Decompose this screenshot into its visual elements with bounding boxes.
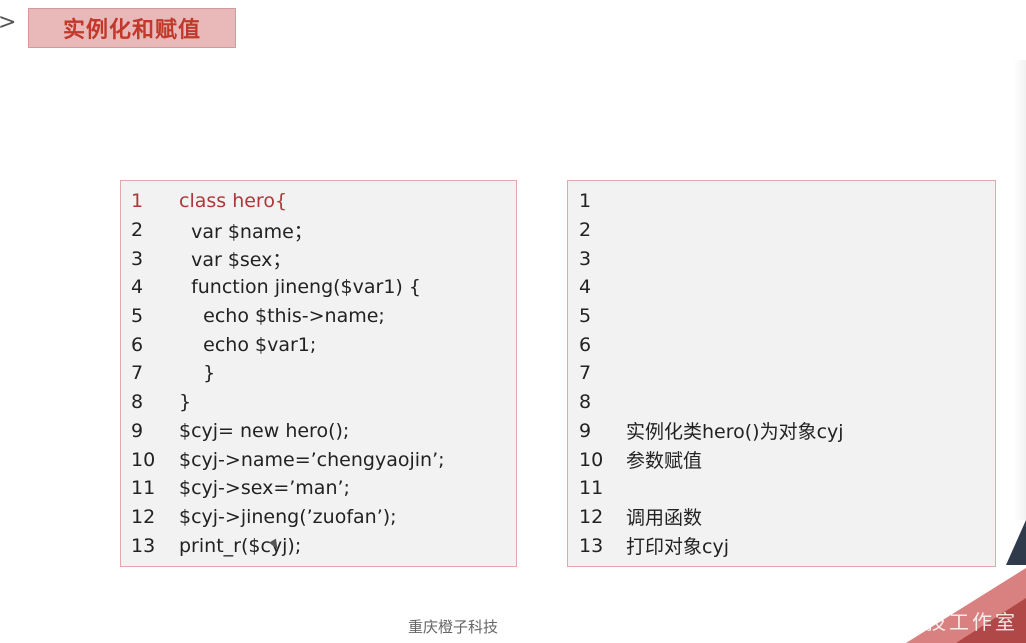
code-line: 2 var $name； [131,216,445,245]
page-title: 实例化和赋值 [62,18,201,43]
code-text: print_r($cyj); [179,534,302,557]
line-number: 1 [579,190,592,213]
note-line: 9 实例化类hero()为对象cyj [579,417,844,446]
right-edge-shadow [1014,60,1026,520]
code-text: $cyj->sex=’man’; [179,477,350,500]
line-number: 3 [579,247,592,270]
note-text: 实例化类hero()为对象cyj [626,421,844,444]
code-text: $cyj->name=’chengyaojin’; [179,448,445,471]
note-line: 4 [579,273,844,302]
chevron-right-icon: > [0,10,17,35]
corner-decoration-navy [1006,520,1026,565]
code-line: 3 var $sex； [131,244,445,273]
code-text: $cyj->jineng(’zuofan’); [179,505,397,528]
code-text: function jineng($var1) { [179,276,421,299]
line-number: 13 [131,534,156,557]
line-number: 8 [131,391,144,414]
code-text: } [179,362,216,385]
note-line: 2 [579,216,844,245]
line-number: 4 [579,276,592,299]
note-line: 10 参数赋值 [579,445,844,474]
note-line: 12 调用函数 [579,503,844,532]
line-number: 1 [131,190,144,213]
code-line: 1 class hero{ [131,187,445,216]
code-line: 4 function jineng($var1) { [131,273,445,302]
line-number: 9 [579,419,592,442]
note-text: 打印对象cyj [626,536,729,559]
line-number: 5 [131,305,144,328]
line-number: 8 [579,391,592,414]
line-number: 3 [131,247,144,270]
note-line: 5 [579,302,844,331]
line-number: 10 [131,448,156,471]
code-line: 10 $cyj->name=’chengyaojin’; [131,445,445,474]
note-line: 6 [579,330,844,359]
note-lines: 1 2 3 4 5 6 7 8 9 实例化类hero()为对象cyj 10 参数赋值 11 12 调用函数 1… [579,187,844,560]
code-line: 9 $cyj= new hero(); [131,417,445,446]
code-lines: 1 class hero{2 var $name； 3 var $sex； 4 fun… [131,187,445,560]
line-number: 2 [579,219,592,242]
code-line: 6 echo $var1; [131,330,445,359]
notes-panel: 1 2 3 4 5 6 7 8 9 实例化类hero()为对象cyj 10 参数赋值 11 12 调用函数 1… [567,180,996,567]
code-text: $cyj= new hero(); [179,419,350,442]
title-banner: 实例化和赋值 [28,8,236,48]
line-number: 6 [131,333,144,356]
code-line: 5 echo $this->name; [131,302,445,331]
note-line: 1 [579,187,844,216]
line-number: 9 [131,419,144,442]
slide: > 实例化和赋值 1 class hero{2 var $name； 3 var $… [0,0,1026,643]
note-line: 13 打印对象cyj [579,531,844,560]
footer-text: 重庆橙子科技 [407,618,498,636]
note-line: 11 [579,474,844,503]
line-number: 12 [579,505,604,528]
line-number: 10 [579,448,604,471]
code-text: echo $this->name; [179,305,385,328]
line-number: 2 [131,219,144,242]
line-number: 4 [131,276,144,299]
code-line: 12 $cyj->jineng(’zuofan’); [131,503,445,532]
code-panel: 1 class hero{2 var $name； 3 var $sex； 4 fun… [120,180,517,567]
line-number: 6 [579,333,592,356]
code-line: 8} [131,388,445,417]
note-text: 参数赋值 [626,450,703,473]
code-text: } [179,391,192,414]
note-text: 调用函数 [626,507,703,530]
note-line: 7 [579,359,844,388]
code-text: var $sex； [179,249,292,272]
code-text: class hero{ [179,190,288,213]
line-number: 13 [579,534,604,557]
line-number: 11 [131,477,156,500]
line-number: 11 [579,477,604,500]
line-number: 7 [579,362,592,385]
note-line: 3 [579,244,844,273]
note-line: 8 [579,388,844,417]
code-line: 11 $cyj->sex=’man’; [131,474,445,503]
line-number: 12 [131,505,156,528]
code-line: 13 print_r($cyj); [131,531,445,560]
code-text: echo $var1; [179,333,317,356]
line-number: 7 [131,362,144,385]
line-number: 5 [579,305,592,328]
code-line: 7 } [131,359,445,388]
code-text: var $name； [179,220,313,243]
